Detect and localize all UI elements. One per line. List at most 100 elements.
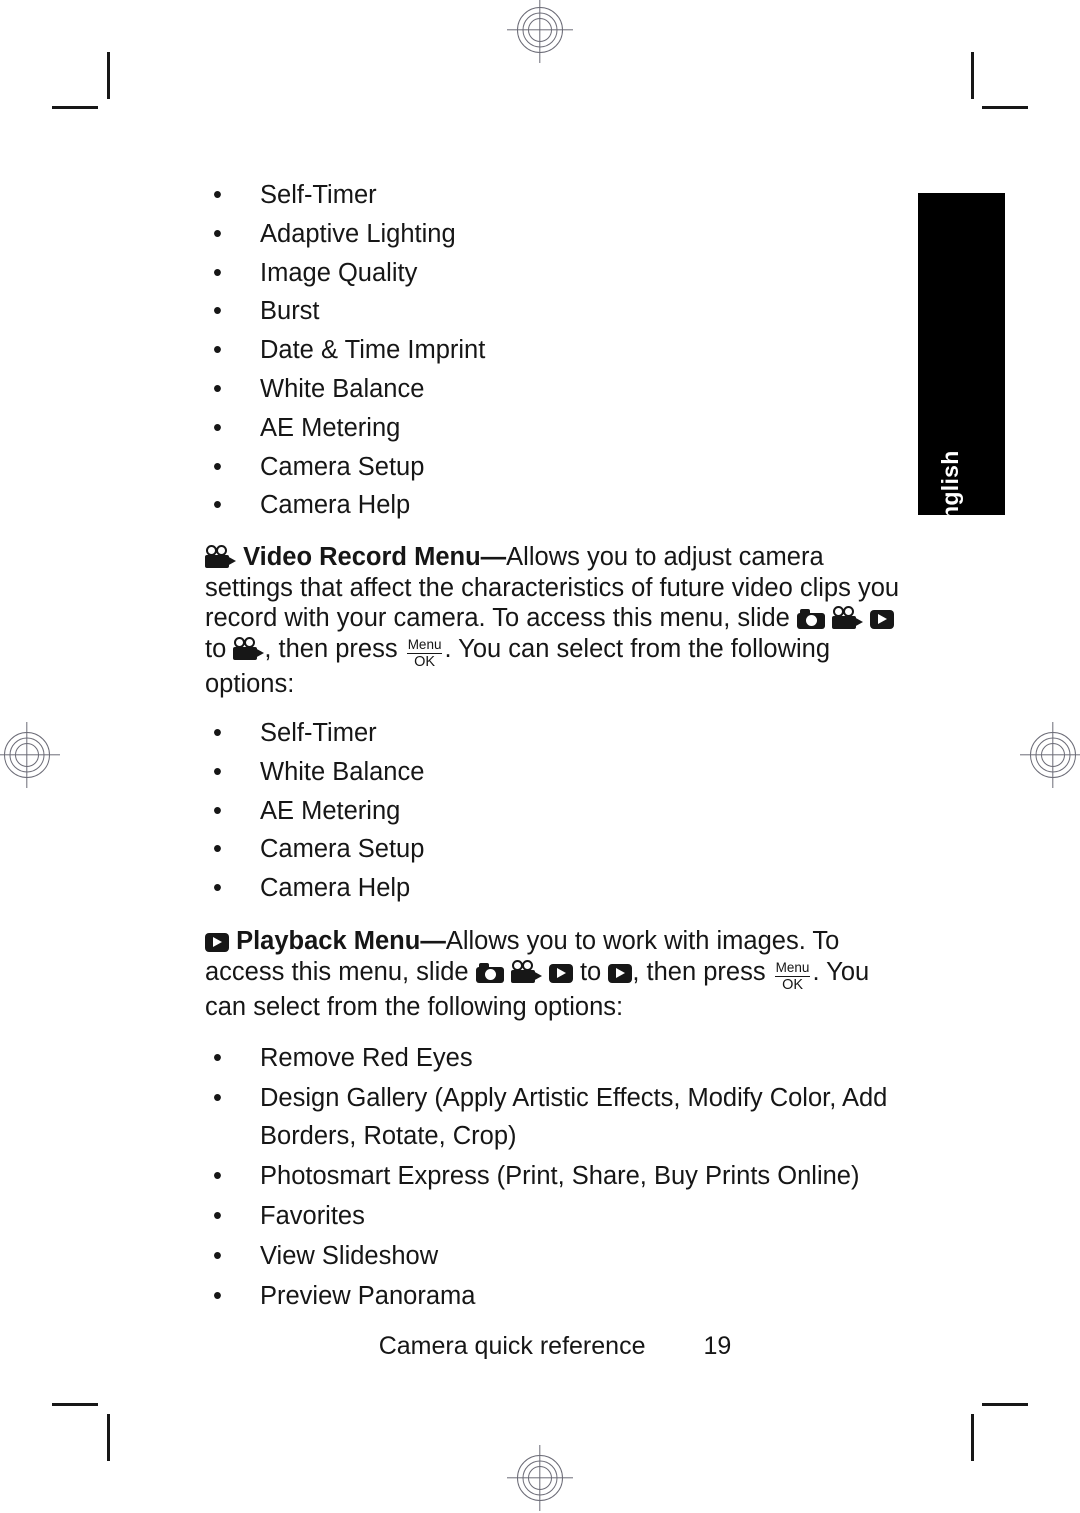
- video-record-icon: [510, 959, 542, 983]
- list-item: • Favorites: [205, 1197, 905, 1236]
- target-ring-outer: [517, 1455, 563, 1501]
- bullet-icon: •: [213, 219, 222, 248]
- list-item-label: Image Quality: [260, 258, 418, 287]
- registration-target-top: [505, 0, 575, 65]
- crosshair-horizontal: [507, 29, 573, 31]
- crosshair-horizontal: [1020, 754, 1080, 756]
- camcorder-lens: [255, 647, 265, 658]
- camcorder-body: [510, 969, 535, 983]
- video-record-menu-heading: Video Record Menu: [243, 543, 481, 572]
- target-ring-outer: [4, 732, 50, 778]
- crop-mark-bottom-left-vertical: [107, 1414, 110, 1461]
- playback-icon: [870, 610, 895, 630]
- crop-mark-top-left-horizontal: [52, 106, 98, 109]
- list-item: • View Slideshow: [205, 1237, 905, 1276]
- list-item: • AE Metering: [205, 792, 905, 831]
- crosshair-vertical: [1052, 722, 1054, 788]
- list-item: • Date & Time Imprint: [205, 331, 905, 370]
- list-item: • Self-Timer: [205, 714, 905, 753]
- crosshair-vertical: [26, 722, 28, 788]
- page-number: 19: [703, 1332, 732, 1360]
- target-ring-middle: [522, 1460, 558, 1496]
- target-ring-middle: [522, 12, 558, 48]
- list-item-label: Design Gallery (Apply Artistic Effects, …: [260, 1083, 888, 1151]
- list-item-label: Remove Red Eyes: [260, 1043, 473, 1072]
- list-item-label: White Balance: [260, 374, 425, 403]
- list-item: • Camera Setup: [205, 448, 905, 487]
- language-tab: English: [918, 193, 1005, 515]
- registration-target-left: [0, 720, 62, 790]
- capture-menu-option-list: • Self-Timer • Adaptive Lighting • Image Qu…: [205, 176, 905, 525]
- menu-ok-top-label: Menu: [406, 637, 443, 654]
- camcorder-lens: [532, 970, 542, 981]
- crop-mark-top-left-vertical: [107, 52, 110, 99]
- reel-right: [521, 959, 533, 971]
- page-content: • Self-Timer • Adaptive Lighting • Image Qu…: [205, 176, 905, 1316]
- em-dash: —: [420, 927, 446, 956]
- crosshair-vertical: [539, 1445, 541, 1511]
- bullet-icon: •: [213, 719, 222, 748]
- list-item-label: Self-Timer: [260, 181, 377, 209]
- camera-lens: [484, 968, 496, 980]
- bullet-icon: •: [213, 1162, 222, 1191]
- playback-triangle: [878, 614, 888, 625]
- page-footer: Camera quick reference 19: [205, 1332, 905, 1361]
- footer-title: Camera quick reference: [378, 1332, 646, 1360]
- playback-triangle: [213, 937, 222, 948]
- list-item: • Camera Setup: [205, 830, 905, 869]
- bullet-icon: •: [213, 181, 222, 209]
- crop-mark-top-right-vertical: [971, 52, 974, 99]
- list-item-label: White Balance: [260, 757, 425, 786]
- bullet-icon: •: [213, 374, 222, 403]
- video-record-menu-text-3: , then press: [264, 634, 405, 663]
- playback-menu-text-2: to: [572, 957, 609, 986]
- list-item-label: Favorites: [260, 1201, 365, 1230]
- list-item-label: View Slideshow: [260, 1241, 439, 1270]
- crop-mark-bottom-right-horizontal: [982, 1403, 1028, 1406]
- target-ring-inner: [528, 1466, 552, 1490]
- playback-icon: [548, 963, 573, 983]
- video-record-menu-option-list: • Self-Timer • White Balance • AE Metering …: [205, 714, 905, 908]
- target-ring-inner: [528, 18, 552, 42]
- list-item: • Camera Help: [205, 869, 905, 908]
- still-capture-icon: [475, 962, 504, 983]
- target-ring-middle: [9, 737, 45, 773]
- video-record-menu-paragraph: Video Record Menu—Allows you to adjust c…: [205, 542, 905, 700]
- list-item-label: Self-Timer: [260, 719, 377, 748]
- crosshair-horizontal: [507, 1477, 573, 1479]
- bullet-icon: •: [213, 1043, 222, 1072]
- list-item-label: Burst: [260, 297, 320, 326]
- target-ring-outer: [1030, 732, 1076, 778]
- still-capture-icon: [796, 609, 825, 630]
- camcorder-body: [205, 555, 229, 569]
- target-ring-inner: [1041, 743, 1065, 767]
- list-item: • White Balance: [205, 370, 905, 409]
- list-item: • Burst: [205, 292, 905, 331]
- menu-ok-bottom-label: OK: [782, 976, 804, 993]
- bullet-icon: •: [213, 1241, 222, 1270]
- playback-triangle: [616, 967, 626, 978]
- list-item-label: Preview Panorama: [260, 1281, 476, 1310]
- list-item: • Adaptive Lighting: [205, 215, 905, 254]
- crop-mark-top-right-horizontal: [982, 106, 1028, 109]
- menu-ok-button-icon: Menu OK: [773, 961, 813, 992]
- list-item-label: Camera Setup: [260, 835, 425, 864]
- video-record-menu-text-2: to: [205, 634, 234, 663]
- bullet-icon: •: [213, 336, 222, 365]
- registration-target-right: [1018, 720, 1080, 790]
- target-ring-inner: [15, 743, 39, 767]
- registration-target-bottom: [505, 1443, 575, 1513]
- video-record-icon: [205, 545, 236, 569]
- em-dash: —: [480, 543, 507, 572]
- playback-icon: [205, 933, 229, 953]
- bullet-icon: •: [213, 491, 222, 520]
- bullet-icon: •: [213, 297, 222, 326]
- list-item: • Design Gallery (Apply Artistic Effects,…: [205, 1079, 905, 1157]
- menu-ok-top-label: Menu: [774, 960, 811, 977]
- bullet-icon: •: [213, 1083, 222, 1112]
- bullet-icon: •: [213, 413, 222, 442]
- bullet-icon: •: [213, 796, 222, 825]
- menu-ok-bottom-label: OK: [414, 653, 436, 670]
